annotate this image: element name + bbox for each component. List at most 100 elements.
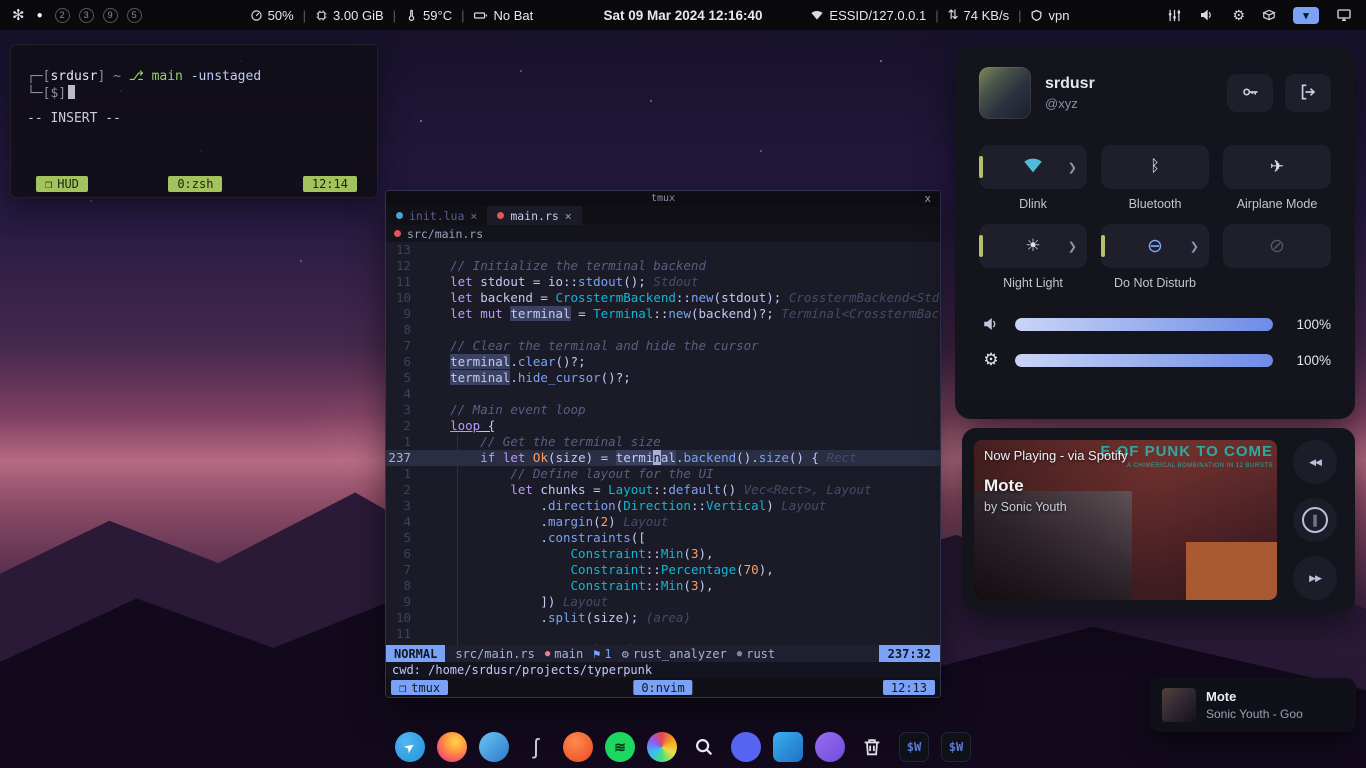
prev-button[interactable]: ◀◀ bbox=[1293, 440, 1337, 484]
wifi-stat[interactable]: ESSID/127.0.0.1 bbox=[810, 8, 926, 23]
dock-item-magnifier[interactable] bbox=[689, 732, 719, 762]
gear-icon[interactable]: ⚙ bbox=[1232, 7, 1245, 24]
logout-button[interactable] bbox=[1285, 74, 1331, 112]
dock-item-wezterm[interactable]: $W bbox=[899, 732, 929, 762]
mixer-sliders-icon[interactable] bbox=[1167, 8, 1182, 23]
hud-badge[interactable]: ❐HUD bbox=[36, 176, 88, 192]
blocked-icon: ⊘ bbox=[1269, 235, 1285, 258]
statusline-git: ●main bbox=[545, 647, 583, 661]
dock-item-cargo[interactable] bbox=[563, 732, 593, 762]
tmux-badge[interactable]: ❐tmux bbox=[391, 680, 448, 695]
dnd-toggle-button[interactable]: ⊖❯ bbox=[1101, 224, 1209, 268]
code-line: 5 terminal.hide_cursor()?; bbox=[386, 370, 940, 386]
speaker-icon bbox=[979, 315, 1003, 333]
bluetooth-toggle-button[interactable]: ᛒ bbox=[1101, 145, 1209, 189]
close-icon[interactable]: x bbox=[924, 191, 931, 206]
next-button[interactable]: ▶▶ bbox=[1293, 556, 1337, 600]
chevron-right-icon[interactable]: ❯ bbox=[1190, 240, 1199, 253]
code-line: 2 let chunks = Layout::default() Vec<Rec… bbox=[386, 482, 940, 498]
zsh-session-badge[interactable]: 0:zsh bbox=[168, 176, 222, 192]
window-icon: ❐ bbox=[399, 681, 406, 695]
slider-track[interactable] bbox=[1015, 318, 1273, 331]
package-icon[interactable] bbox=[1262, 8, 1276, 22]
dock-item-spotify[interactable]: ≋ bbox=[605, 732, 635, 762]
dock-item-hook[interactable]: ʃ bbox=[521, 732, 551, 762]
terminal-window[interactable]: ┌─[srdusr] ~ ⎇ main -unstaged └─[$] -- I… bbox=[10, 44, 378, 198]
speaker-icon[interactable] bbox=[1199, 7, 1215, 23]
dock-item-firefox[interactable] bbox=[437, 732, 467, 762]
tray-circle[interactable]: 5 bbox=[127, 8, 142, 23]
tray-circle[interactable]: 9 bbox=[103, 8, 118, 23]
chevron-right-icon[interactable]: ❯ bbox=[1068, 240, 1077, 253]
chevron-right-icon[interactable]: ❯ bbox=[1068, 161, 1077, 174]
dock-item-vscode[interactable] bbox=[773, 732, 803, 762]
statusline-lsp: ⚙rust_analyzer bbox=[622, 647, 727, 661]
tray-icons: ⚙ ▾ bbox=[1167, 7, 1352, 24]
tab-close-icon[interactable]: × bbox=[565, 209, 572, 223]
tmux-session-badge[interactable]: 0:nvim bbox=[633, 680, 692, 695]
workspace-cluster: ✻ ● 2395 bbox=[12, 6, 142, 24]
wifi-icon bbox=[810, 8, 824, 22]
code-line: 10 let backend = CrosstermBackend::new(s… bbox=[386, 290, 940, 306]
cursor-position-badge: 237:32 bbox=[879, 645, 940, 662]
statusline-diagnostics: ⚑1 bbox=[593, 647, 611, 661]
dock-item-trash[interactable] bbox=[857, 732, 887, 762]
sun-toggle-button[interactable]: ☀❯ bbox=[979, 224, 1087, 268]
blocked-toggle-button[interactable]: ⊘ bbox=[1223, 224, 1331, 268]
dock-item-qutebrowser[interactable] bbox=[479, 732, 509, 762]
dock-item-wezterm[interactable]: $W bbox=[941, 732, 971, 762]
dock-item-proton[interactable] bbox=[815, 732, 845, 762]
netspeed-value: 74 KB/s bbox=[964, 8, 1010, 23]
tab-main-rs[interactable]: main.rs × bbox=[487, 206, 581, 225]
prompt-line-2: └─[$] bbox=[27, 85, 361, 102]
vpn-stat[interactable]: vpn bbox=[1030, 8, 1069, 23]
code-line: 9 ]) Layout bbox=[386, 594, 940, 610]
rust-file-icon bbox=[394, 230, 401, 237]
tmux-window[interactable]: tmux x init.lua × main.rs × src/main.rs … bbox=[385, 190, 941, 698]
tab-close-icon[interactable]: × bbox=[470, 209, 477, 223]
ram-value: 3.00 GiB bbox=[333, 8, 384, 23]
keyring-button[interactable] bbox=[1227, 74, 1273, 112]
slider-value: 100% bbox=[1285, 317, 1331, 332]
tray-circle[interactable]: 3 bbox=[79, 8, 94, 23]
code-line: 9 let mut terminal = Terminal::new(backe… bbox=[386, 306, 940, 322]
media-notification[interactable]: Mote Sonic Youth - Goo bbox=[1150, 678, 1356, 732]
active-workspace-dot[interactable]: ● bbox=[37, 10, 43, 21]
chevron-down-button[interactable]: ▾ bbox=[1293, 7, 1319, 24]
gear-icon: ⚙ bbox=[622, 647, 629, 661]
user-identity: srdusr @xyz bbox=[1045, 75, 1095, 111]
tray-circles: 2395 bbox=[55, 8, 142, 23]
separator: | bbox=[1018, 8, 1021, 23]
slider-track[interactable] bbox=[1015, 354, 1273, 367]
airplane-icon: ✈ bbox=[1270, 157, 1284, 177]
pause-button[interactable]: ∥ bbox=[1293, 498, 1337, 542]
toggle-label: Night Light bbox=[1003, 276, 1063, 291]
flag-icon: ⚑ bbox=[593, 647, 600, 661]
monitor-icon[interactable] bbox=[1336, 7, 1352, 23]
dock-item-discord[interactable] bbox=[731, 732, 761, 762]
code-line: 4 .margin(2) Layout bbox=[386, 514, 940, 530]
wifi-icon bbox=[1022, 154, 1044, 181]
airplane-toggle-button[interactable]: ✈ bbox=[1223, 145, 1331, 189]
terminal-status-bar: ❐HUD 0:zsh 12:14 bbox=[11, 176, 377, 192]
nix-logo-icon[interactable]: ✻ bbox=[12, 6, 25, 24]
thermometer-icon bbox=[405, 9, 418, 22]
notification-title: Mote bbox=[1206, 689, 1303, 704]
user-row: srdusr @xyz bbox=[979, 67, 1331, 119]
tray-circle[interactable]: 2 bbox=[55, 8, 70, 23]
clock[interactable]: Sat 09 Mar 2024 12:16:40 bbox=[603, 8, 762, 23]
code-area[interactable]: 1312 // Initialize the terminal backend1… bbox=[386, 242, 940, 645]
updown-arrows-icon: ⇅ bbox=[948, 7, 959, 23]
dock-item-telegram[interactable]: ➤ bbox=[395, 732, 425, 762]
wifi-toggle-button[interactable]: ❯ bbox=[979, 145, 1087, 189]
toggle-bluetooth: ᛒBluetooth bbox=[1101, 145, 1209, 212]
code-line: 2 loop { bbox=[386, 418, 940, 434]
cpu-gauge-icon bbox=[250, 9, 263, 22]
notification-thumbnail bbox=[1162, 688, 1196, 722]
code-line: 13 bbox=[386, 242, 940, 258]
dock-item-gimp[interactable] bbox=[647, 732, 677, 762]
toggle-label: Do Not Disturb bbox=[1114, 276, 1196, 291]
tab-init-lua[interactable]: init.lua × bbox=[386, 206, 487, 225]
toggle-blocked: ⊘ bbox=[1223, 224, 1331, 291]
battery-stat: No Bat bbox=[473, 8, 533, 23]
